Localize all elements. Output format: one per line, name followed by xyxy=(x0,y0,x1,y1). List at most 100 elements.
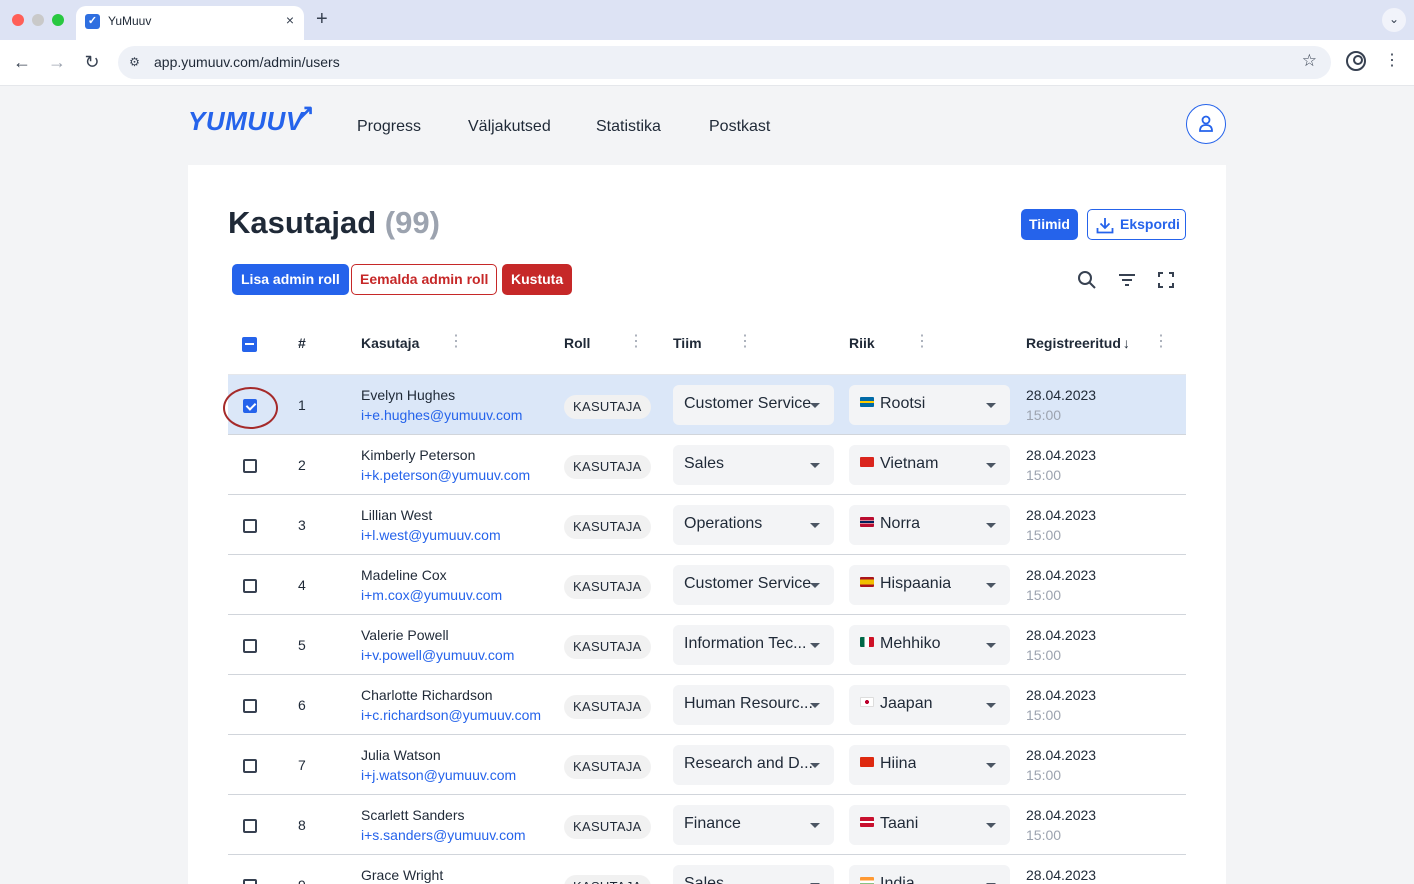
user-email[interactable]: i+k.peterson@yumuuv.com xyxy=(361,467,530,483)
col-user-menu-icon[interactable]: ⋮ xyxy=(448,334,464,350)
registered-date: 28.04.2023 xyxy=(1026,627,1097,643)
caret-down-icon xyxy=(986,583,996,588)
tab-close-icon[interactable]: × xyxy=(286,12,294,28)
user-email[interactable]: i+c.richardson@yumuuv.com xyxy=(361,707,541,723)
country-select[interactable]: Rootsi xyxy=(849,385,1010,425)
url-text[interactable]: app.yumuuv.com/admin/users xyxy=(154,54,340,70)
col-user[interactable]: Kasutaja xyxy=(361,335,419,351)
country-select[interactable]: Hispaania xyxy=(849,565,1010,605)
flag-in-icon xyxy=(860,877,874,884)
table-row[interactable]: 3 Lillian West i+l.west@yumuuv.com KASUT… xyxy=(228,495,1186,555)
row-checkbox[interactable] xyxy=(243,519,257,533)
country-select[interactable]: Jaapan xyxy=(849,685,1010,725)
nav-inbox[interactable]: Postkast xyxy=(709,118,770,136)
remove-admin-role-button[interactable]: Eemalda admin roll xyxy=(351,264,498,295)
user-email[interactable]: i+j.watson@yumuuv.com xyxy=(361,767,516,783)
sort-desc-icon[interactable]: ↓ xyxy=(1123,335,1130,351)
browser-menu-icon[interactable]: ⋮ xyxy=(1384,51,1400,71)
nav-progress[interactable]: Progress xyxy=(357,118,421,136)
site-settings-icon[interactable]: ⚙ xyxy=(126,54,143,71)
team-select-value: Sales xyxy=(684,875,725,884)
team-select[interactable]: Operations xyxy=(673,505,834,545)
team-select[interactable]: Research and D... xyxy=(673,745,834,785)
team-select[interactable]: Sales xyxy=(673,865,834,884)
table-row[interactable]: 8 Scarlett Sanders i+s.sanders@yumuuv.co… xyxy=(228,795,1186,855)
filter-icon[interactable] xyxy=(1117,270,1137,290)
new-tab-button[interactable]: + xyxy=(316,8,328,30)
row-checkbox[interactable] xyxy=(243,579,257,593)
nav-statistics[interactable]: Statistika xyxy=(596,118,661,136)
user-email[interactable]: i+v.powell@yumuuv.com xyxy=(361,647,514,663)
team-select[interactable]: Information Tec... xyxy=(673,625,834,665)
user-email[interactable]: i+s.sanders@yumuuv.com xyxy=(361,827,526,843)
flag-jp-icon xyxy=(860,697,874,707)
minimize-window-button[interactable] xyxy=(32,14,44,26)
user-count: (99) xyxy=(384,205,440,240)
row-checkbox[interactable] xyxy=(243,759,257,773)
country-select[interactable]: Vietnam xyxy=(849,445,1010,485)
col-role[interactable]: Roll xyxy=(564,335,590,351)
table-row[interactable]: 9 Grace Wright KASUTAJA Sales India 28.0… xyxy=(228,855,1186,884)
reload-icon[interactable]: ↻ xyxy=(80,51,104,73)
row-number: 5 xyxy=(298,637,306,653)
team-select[interactable]: Sales xyxy=(673,445,834,485)
country-select[interactable]: Hiina xyxy=(849,745,1010,785)
table-row[interactable]: 4 Madeline Cox i+m.cox@yumuuv.com KASUTA… xyxy=(228,555,1186,615)
favicon-icon: ✓ xyxy=(85,14,100,29)
close-window-button[interactable] xyxy=(12,14,24,26)
row-number: 3 xyxy=(298,517,306,533)
browser-tab-bar: ✓ YuMuuv × + ⌄ xyxy=(0,0,1414,40)
teams-button[interactable]: Tiimid xyxy=(1021,209,1078,240)
row-checkbox[interactable] xyxy=(243,639,257,653)
fullscreen-icon[interactable] xyxy=(1156,270,1176,290)
row-checkbox[interactable] xyxy=(243,819,257,833)
team-select[interactable]: Human Resourc... xyxy=(673,685,834,725)
team-select[interactable]: Finance xyxy=(673,805,834,845)
page-title: Kasutajad (99) xyxy=(228,205,440,241)
browser-profile-icon[interactable] xyxy=(1346,51,1366,71)
col-team[interactable]: Tiim xyxy=(673,335,702,351)
export-button[interactable]: Ekspordi xyxy=(1087,209,1186,240)
country-select[interactable]: India xyxy=(849,865,1010,884)
yumuuv-logo[interactable]: YUMUUV xyxy=(188,106,304,137)
add-admin-role-button[interactable]: Lisa admin roll xyxy=(232,264,349,295)
team-select[interactable]: Customer Service xyxy=(673,565,834,605)
col-role-menu-icon[interactable]: ⋮ xyxy=(628,334,644,350)
registered-time: 15:00 xyxy=(1026,707,1062,723)
table-row[interactable]: 7 Julia Watson i+j.watson@yumuuv.com KAS… xyxy=(228,735,1186,795)
user-email[interactable]: i+m.cox@yumuuv.com xyxy=(361,587,502,603)
col-country[interactable]: Riik xyxy=(849,335,875,351)
back-arrow-icon[interactable]: ← xyxy=(10,51,34,73)
table-row[interactable]: 1 Evelyn Hughes i+e.hughes@yumuuv.com KA… xyxy=(223,375,1186,435)
user-email[interactable]: i+l.west@yumuuv.com xyxy=(361,527,501,543)
nav-challenges[interactable]: Väljakutsed xyxy=(468,118,551,136)
country-select[interactable]: Taani xyxy=(849,805,1010,845)
table-row[interactable]: 2 Kimberly Peterson i+k.peterson@yumuuv.… xyxy=(228,435,1186,495)
user-email[interactable]: i+e.hughes@yumuuv.com xyxy=(361,407,522,423)
table-row[interactable]: 5 Valerie Powell i+v.powell@yumuuv.com K… xyxy=(228,615,1186,675)
table-row[interactable]: 6 Charlotte Richardson i+c.richardson@yu… xyxy=(228,675,1186,735)
search-icon[interactable] xyxy=(1077,270,1097,290)
country-select[interactable]: Mehhiko xyxy=(849,625,1010,665)
col-registered-menu-icon[interactable]: ⋮ xyxy=(1153,334,1169,350)
row-checkbox[interactable] xyxy=(243,459,257,473)
col-team-menu-icon[interactable]: ⋮ xyxy=(737,334,753,350)
address-bar[interactable]: ⚙ app.yumuuv.com/admin/users ☆ xyxy=(118,46,1331,79)
user-menu-button[interactable] xyxy=(1186,104,1226,144)
delete-button[interactable]: Kustuta xyxy=(502,264,573,295)
col-registered[interactable]: Registreeritud ↓ xyxy=(1026,335,1130,351)
tab-search-chevron-icon[interactable]: ⌄ xyxy=(1382,8,1406,32)
team-select[interactable]: Customer Service xyxy=(673,385,834,425)
country-select[interactable]: Norra xyxy=(849,505,1010,545)
row-checkbox[interactable] xyxy=(243,879,257,884)
export-label: Ekspordi xyxy=(1120,216,1180,232)
select-all-checkbox[interactable] xyxy=(242,337,257,352)
col-country-menu-icon[interactable]: ⋮ xyxy=(914,334,930,350)
row-checkbox[interactable] xyxy=(243,699,257,713)
browser-tab[interactable]: ✓ YuMuuv × xyxy=(76,6,304,40)
forward-arrow-icon[interactable]: → xyxy=(45,51,69,73)
maximize-window-button[interactable] xyxy=(52,14,64,26)
country-name: Norra xyxy=(880,515,921,532)
country-select-value: Taani xyxy=(860,815,918,833)
bookmark-star-icon[interactable]: ☆ xyxy=(1302,51,1317,71)
